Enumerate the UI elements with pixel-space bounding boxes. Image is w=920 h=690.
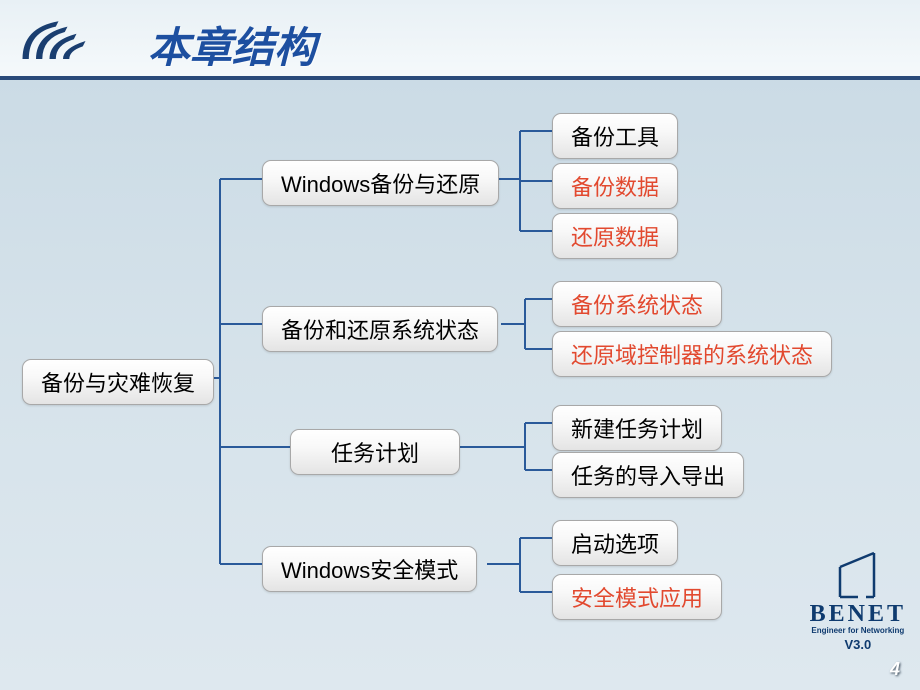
branch-node: 任务计划 — [290, 429, 460, 475]
leaf-node: 还原数据 — [552, 213, 678, 259]
brand-icon — [828, 549, 888, 599]
leaf-node: 备份系统状态 — [552, 281, 722, 327]
branch-node: Windows安全模式 — [262, 546, 477, 592]
logo-icon — [18, 12, 108, 70]
leaf-node: 新建任务计划 — [552, 405, 722, 451]
brand-name: BENET — [810, 601, 906, 628]
slide-header: 本章结构 — [0, 0, 920, 80]
root-node: 备份与灾难恢复 — [22, 359, 214, 405]
leaf-node: 还原域控制器的系统状态 — [552, 331, 832, 377]
brand-version: V3.0 — [810, 637, 906, 652]
branch-node: 备份和还原系统状态 — [262, 306, 498, 352]
leaf-node: 备份工具 — [552, 113, 678, 159]
leaf-node: 安全模式应用 — [552, 574, 722, 620]
branch-node: Windows备份与还原 — [262, 160, 499, 206]
leaf-node: 备份数据 — [552, 163, 678, 209]
brand-block: BENET Engineer for Networking V3.0 — [810, 549, 906, 652]
brand-sub: Engineer for Networking — [810, 626, 906, 635]
leaf-node: 启动选项 — [552, 520, 678, 566]
page-number: 4 — [890, 659, 900, 680]
leaf-node: 任务的导入导出 — [552, 452, 744, 498]
diagram-canvas: 备份与灾难恢复 Windows备份与还原 备份工具 备份数据 还原数据 备份和还… — [0, 80, 920, 660]
page-title: 本章结构 — [148, 14, 316, 75]
